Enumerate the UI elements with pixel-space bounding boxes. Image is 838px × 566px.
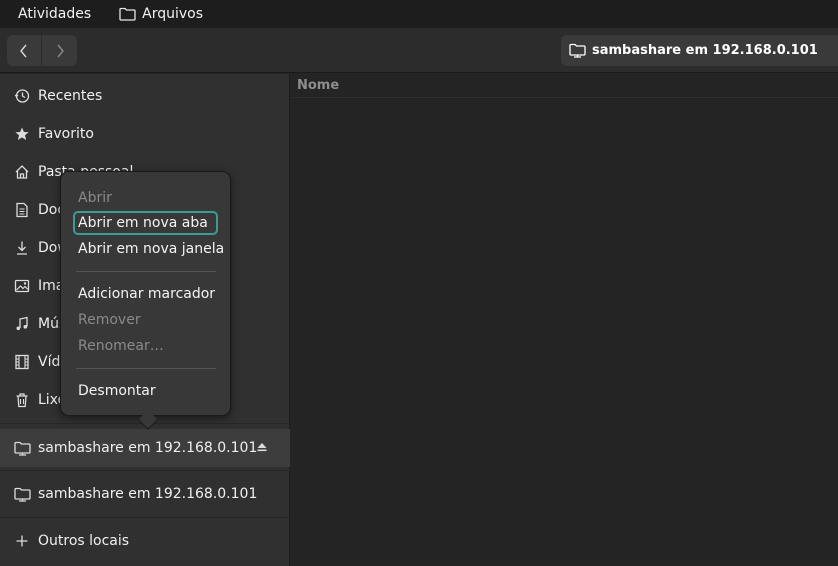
chevron-right-icon <box>56 44 64 57</box>
plus-icon <box>13 532 31 550</box>
clock-icon <box>13 87 31 105</box>
folder-icon <box>119 7 136 21</box>
document-icon <box>13 201 31 219</box>
menu-separator <box>76 271 216 272</box>
app-name: Arquivos <box>142 6 204 22</box>
star-icon <box>13 125 31 143</box>
trash-icon <box>13 391 31 409</box>
sidebar-item-label: Recentes <box>38 88 103 104</box>
sidebar-item-label: sambashare em 192.168.0.101 <box>38 486 258 502</box>
sidebar-item-label: sambashare em 192.168.0.101 <box>38 440 258 456</box>
column-header-label: Nome <box>297 78 340 93</box>
menu-item-abrir: Abrir <box>78 190 112 206</box>
download-icon <box>13 239 31 257</box>
menu-item-adicionar-marcador[interactable]: Adicionar marcador <box>73 282 218 306</box>
network-folder-icon <box>13 439 31 457</box>
activities-button[interactable]: Atividades <box>18 6 91 22</box>
menu-item-desmontar[interactable]: Desmontar <box>73 379 218 403</box>
sidebar-item-label: Outros locais <box>38 533 130 549</box>
eject-icon[interactable] <box>256 441 268 457</box>
forward-button[interactable] <box>42 35 77 66</box>
sidebar-item-outros-locais[interactable]: Outros locais <box>0 522 290 560</box>
menu-separator <box>76 368 216 369</box>
menu-item-renomear: Renomear… <box>78 338 164 354</box>
top-panel: Atividades Arquivos <box>0 0 838 28</box>
menu-item-abrir-nova-aba[interactable]: Abrir em nova aba <box>73 211 218 235</box>
video-icon <box>13 353 31 371</box>
network-folder-icon <box>569 43 586 58</box>
navigation-buttons <box>7 35 77 66</box>
menu-item-abrir-nova-janela[interactable]: Abrir em nova janela <box>73 237 224 261</box>
sidebar-item-favorito[interactable]: Favorito <box>0 115 290 153</box>
column-header-name[interactable]: Nome <box>291 74 838 98</box>
file-view[interactable]: Nome <box>291 74 838 566</box>
image-icon <box>13 277 31 295</box>
sidebar-item-sambashare-mounted[interactable]: sambashare em 192.168.0.101 <box>0 429 290 467</box>
menu-item-remover: Remover <box>78 312 141 328</box>
path-bar[interactable]: sambashare em 192.168.0.101 <box>561 35 838 66</box>
sidebar-separator <box>0 470 290 471</box>
sidebar-item-sambashare[interactable]: sambashare em 192.168.0.101 <box>0 475 290 513</box>
sidebar-item-label: Favorito <box>38 126 94 142</box>
sidebar-item-recentes[interactable]: Recentes <box>0 77 290 115</box>
music-icon <box>13 315 31 333</box>
sidebar-separator <box>0 517 290 518</box>
home-icon <box>13 163 31 181</box>
context-menu: Abrir Abrir em nova aba Abrir em nova ja… <box>60 171 231 430</box>
back-button[interactable] <box>7 35 42 66</box>
header-bar: sambashare em 192.168.0.101 <box>0 28 838 73</box>
path-bar-label: sambashare em 192.168.0.101 <box>592 43 818 58</box>
chevron-left-icon <box>20 44 27 57</box>
network-folder-icon <box>13 485 31 503</box>
app-menu[interactable]: Arquivos <box>119 6 203 22</box>
